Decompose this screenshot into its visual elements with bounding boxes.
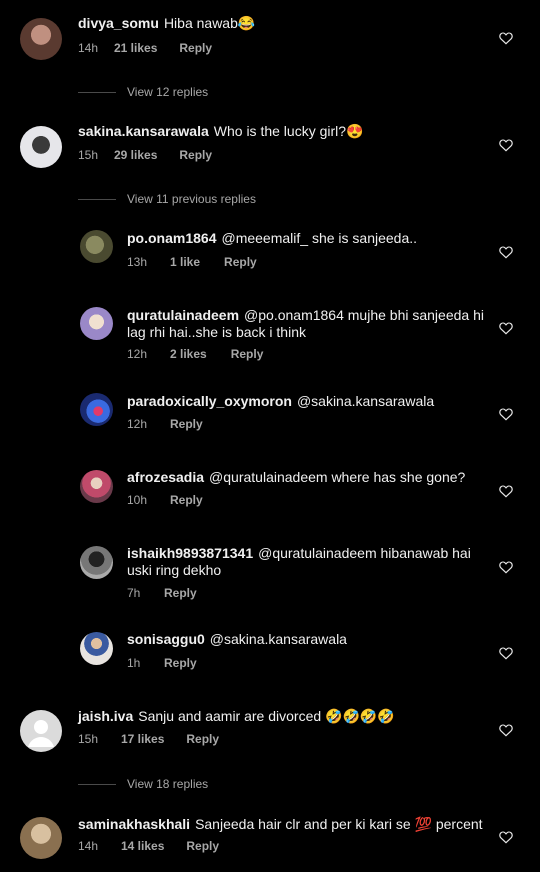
- reply-username[interactable]: afrozesadia: [127, 469, 204, 485]
- reply-text: @sakina.kansarawala: [209, 631, 347, 647]
- reply-time: 12h: [127, 347, 148, 361]
- avatar[interactable]: [20, 18, 62, 60]
- like-heart-icon[interactable]: [498, 30, 514, 46]
- like-heart-icon[interactable]: [498, 320, 514, 336]
- comment-text: Hiba nawab😂: [163, 15, 256, 31]
- avatar[interactable]: [80, 230, 113, 263]
- reply-time: 1h: [127, 656, 141, 670]
- reply-username[interactable]: sonisaggu0: [127, 631, 205, 647]
- reply-button[interactable]: Reply: [164, 656, 197, 670]
- reply-button[interactable]: Reply: [186, 839, 219, 853]
- like-heart-icon[interactable]: [498, 244, 514, 260]
- divider: [78, 91, 116, 93]
- like-heart-icon[interactable]: [498, 829, 514, 845]
- like-heart-icon[interactable]: [498, 406, 514, 422]
- default-avatar-icon: [28, 720, 54, 747]
- avatar[interactable]: [20, 817, 62, 859]
- avatar[interactable]: [80, 632, 113, 665]
- divider: [78, 198, 116, 200]
- reply-username[interactable]: quratulainadeem: [127, 307, 239, 323]
- avatar[interactable]: [80, 307, 113, 340]
- reply-text-line1: @po.onam1864 mujhe bhi sanjeeda hi: [244, 307, 484, 323]
- avatar[interactable]: [80, 470, 113, 503]
- reply-username[interactable]: paradoxically_oxymoron: [127, 393, 292, 409]
- reply-text-line1: @quratulainadeem hibanawab hai: [258, 545, 471, 561]
- reply-button[interactable]: Reply: [170, 417, 203, 431]
- likes-count[interactable]: 17 likes: [121, 732, 164, 746]
- reply-time: 10h: [127, 493, 148, 507]
- reply-time: 13h: [127, 255, 148, 269]
- reply-time: 7h: [127, 586, 141, 600]
- view-previous-label[interactable]: View 11 previous replies: [127, 192, 256, 206]
- view-previous-replies-button[interactable]: View 11 previous replies: [78, 192, 256, 206]
- likes-count[interactable]: 21 likes: [114, 41, 157, 55]
- comment-text: Sanjeeda hair clr and per ki kari se 💯 p…: [195, 816, 483, 832]
- reply-button[interactable]: Reply: [164, 586, 197, 600]
- like-heart-icon[interactable]: [498, 137, 514, 153]
- like-heart-icon[interactable]: [498, 483, 514, 499]
- likes-count[interactable]: 1 like: [170, 255, 200, 269]
- reply-text-line2: lag rhi hai..she is back i think: [127, 324, 306, 340]
- avatar[interactable]: [20, 126, 62, 168]
- like-heart-icon[interactable]: [498, 645, 514, 661]
- like-heart-icon[interactable]: [498, 722, 514, 738]
- view-replies-button[interactable]: View 18 replies: [78, 777, 208, 791]
- comment-time: 15h: [78, 148, 99, 162]
- likes-count[interactable]: 2 likes: [170, 347, 207, 361]
- avatar[interactable]: [80, 546, 113, 579]
- likes-count[interactable]: 29 likes: [114, 148, 157, 162]
- reply-username[interactable]: ishaikh9893871341: [127, 545, 253, 561]
- like-heart-icon[interactable]: [498, 559, 514, 575]
- comment-time: 15h: [78, 732, 99, 746]
- reply-text: @sakina.kansarawala: [296, 393, 435, 409]
- reply-button[interactable]: Reply: [231, 347, 264, 361]
- comment-username[interactable]: saminakhaskhali: [78, 816, 190, 832]
- comment-username[interactable]: sakina.kansarawala: [78, 123, 209, 139]
- view-replies-label[interactable]: View 18 replies: [127, 777, 208, 791]
- reply-button[interactable]: Reply: [224, 255, 257, 269]
- reply-text-line2: uski ring dekho: [127, 562, 222, 578]
- view-replies-label[interactable]: View 12 replies: [127, 85, 208, 99]
- likes-count[interactable]: 14 likes: [121, 839, 164, 853]
- reply-text: @meeemalif_ she is sanjeeda..: [221, 230, 418, 246]
- reply-button[interactable]: Reply: [179, 41, 212, 55]
- comment-time: 14h: [78, 41, 99, 55]
- reply-text: @quratulainadeem where has she gone?: [209, 469, 466, 485]
- comment-username[interactable]: divya_somu: [78, 15, 159, 31]
- reply-username[interactable]: po.onam1864: [127, 230, 216, 246]
- comment-time: 14h: [78, 839, 99, 853]
- avatar[interactable]: [80, 393, 113, 426]
- reply-button[interactable]: Reply: [170, 493, 203, 507]
- comment-username[interactable]: jaish.iva: [78, 708, 133, 724]
- comment-text: Who is the lucky girl?😍: [213, 123, 364, 139]
- divider: [78, 783, 116, 785]
- reply-time: 12h: [127, 417, 148, 431]
- reply-button[interactable]: Reply: [186, 732, 219, 746]
- reply-button[interactable]: Reply: [179, 148, 212, 162]
- view-replies-button[interactable]: View 12 replies: [78, 85, 208, 99]
- comment-text: Sanju and aamir are divorced 🤣🤣🤣🤣: [138, 708, 395, 724]
- avatar[interactable]: [20, 710, 62, 752]
